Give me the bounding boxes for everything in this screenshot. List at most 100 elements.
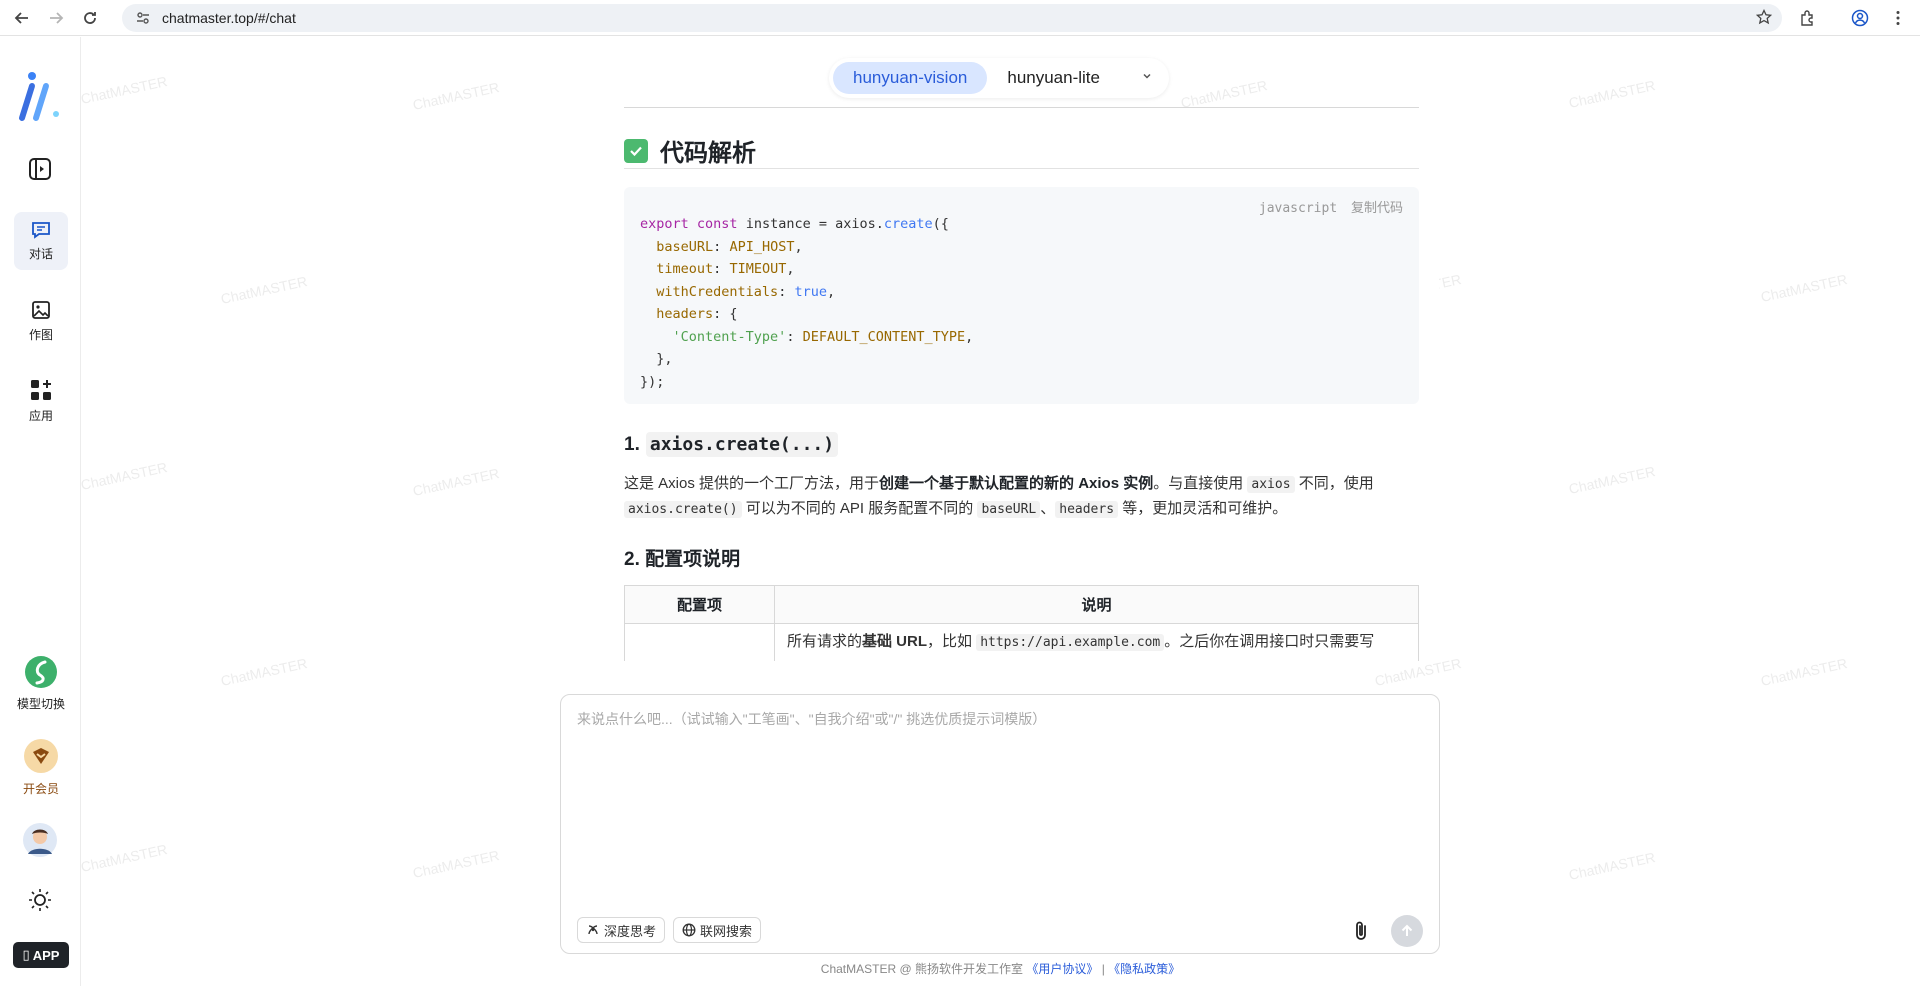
sidebar-item-label: 模型切换 [16,696,65,711]
code-block: javascript 复制代码 export const instance = … [624,187,1419,404]
url-text: chatmaster.top/#/chat [162,10,296,26]
send-button[interactable] [1391,915,1423,947]
chip-label: 联网搜索 [700,923,753,939]
web-search-toggle[interactable]: 联网搜索 [673,917,762,943]
model-option[interactable]: hunyuan-lite [987,62,1120,94]
profile-icon[interactable] [1848,6,1872,30]
code-line: baseURL: API_HOST, [656,238,803,255]
paragraph: 这是 Axios 提供的一个工厂方法，用于创建一个基于默认配置的新的 Axios… [624,472,1419,522]
text: 。与直接使用 [1153,475,1244,492]
divider [624,168,1419,169]
code-language: javascript [1258,201,1338,216]
forward-arrow-icon [50,11,64,24]
user-avatar[interactable] [20,820,60,860]
deep-think-toggle[interactable]: 深度思考 [577,917,666,943]
heading-config: 2. 配置项说明 [624,549,741,570]
code-line: timeout: TIMEOUT, [656,261,795,277]
watermark: ChatMASTER [411,79,501,113]
code-line: 'Content-Type': DEFAULT_CONTENT_TYPE, [672,328,974,345]
message-input-box: 深度思考 联网搜索 [560,694,1440,954]
reload-button[interactable] [78,6,102,30]
code-lines: export const instance = axios.create({ b… [640,213,973,393]
attach-file-button[interactable] [1347,917,1375,945]
chip-label: 深度思考 [604,923,657,939]
browser-toolbar: chatmaster.top/#/chat [0,0,1920,36]
table-header-cell: 配置项 [624,585,775,624]
table-cell: 所有请求的基础 URL，比如 https://api.example.com 。之… [774,623,1419,661]
copy-code-button[interactable]: 复制代码 [1351,201,1403,216]
heading-axios-create: 1. axios.create(...) [624,432,839,457]
text: ，比如 [927,633,973,650]
inline-code: axios.create() [624,501,742,518]
text: 这是 Axios 提供的一个工厂方法，用于 [624,475,880,492]
message-input[interactable] [577,709,1417,889]
theme-sun-icon [29,889,51,911]
chevron-down-icon[interactable] [1141,69,1153,87]
model-option-active[interactable]: hunyuan-vision [833,62,988,94]
text: 、 [1040,500,1056,517]
vip-button[interactable]: 开会员 [14,737,68,797]
browser-menu-icon[interactable] [1886,6,1910,30]
model-switch-button[interactable]: 模型切换 [14,653,68,713]
bold-text: 创建一个基于默认配置的新的 Axios 实例 [879,475,1154,492]
code-line: withCredentials: true, [656,283,836,300]
image-icon [32,300,50,319]
table-cell [624,623,775,661]
sidebar-item-draw[interactable]: 作图 [14,292,68,350]
heading-number: 1. [624,433,640,455]
bold-text: 基础 URL [862,633,928,650]
sidebar-item-chat[interactable]: 对话 [14,212,68,270]
footer: ChatMASTER @ 熊扬软件开发工作室 《用户协议》 | 《隐私政策》 [0,960,1920,977]
inline-code: https://api.example.com [976,634,1165,651]
watermark: ChatMASTER [1759,655,1849,689]
site-info-icon[interactable] [134,9,152,27]
code-line: }); [640,373,665,390]
model-switcher: hunyuan-vision hunyuan-lite [829,58,1169,98]
footer-text: ChatMASTER @ 熊扬软件开发工作室 [820,962,1023,976]
text: 所有请求的 [787,633,863,650]
vip-crown-icon [24,738,58,773]
watermark: ChatMASTER [411,465,501,499]
collapse-sidebar-button[interactable] [20,149,60,189]
heading-code: axios.create(...) [645,432,839,457]
inline-code: baseURL [977,501,1041,518]
chat-message-area: 代码解析 javascript 复制代码 export const instan… [561,107,1439,661]
app-logo-icon[interactable] [16,70,64,126]
theme-toggle-button[interactable] [20,880,60,920]
config-table: 配置项 说明 所有请求的基础 URL，比如 https://api.exampl… [624,585,1419,661]
sidebar-item-label: 应用 [28,408,53,423]
bookmark-star-icon[interactable] [1755,8,1773,28]
reload-icon [84,11,96,24]
sidebar-item-label: 对话 [28,246,53,261]
back-arrow-icon [14,11,28,24]
forward-button[interactable] [44,6,68,30]
paperclip-icon [1356,921,1366,940]
code-line: export const instance = axios.create({ [640,216,949,232]
sidebar-item-label: 作图 [28,327,53,342]
code-block-header: javascript 复制代码 [1259,197,1403,216]
sidebar-item-apps[interactable]: 应用 [14,372,68,430]
privacy-link[interactable]: 《隐私政策》 [1108,962,1180,976]
address-bar[interactable]: chatmaster.top/#/chat [122,4,1782,32]
watermark: ChatMASTER [1759,271,1849,305]
code-line: }, [640,351,673,367]
extensions-icon[interactable] [1796,6,1820,30]
sidebar: 对话 作图 应用 模型切换 开会员 ▯ APP [0,37,81,986]
watermark: ChatMASTER [79,459,169,493]
text: 可以为不同的 API 服务配置不同的 [745,500,974,517]
check-box-icon [624,138,648,163]
table-header-cell: 说明 [774,585,1419,624]
model-switch-icon [25,655,57,688]
deep-think-icon [586,923,600,937]
code-line: headers: { [656,306,738,322]
table-header-row: 配置项 说明 [624,585,1419,624]
back-button[interactable] [10,6,34,30]
globe-icon [682,923,696,937]
watermark: ChatMASTER [411,847,501,881]
sidebar-toggle-icon [29,158,51,180]
terms-link[interactable]: 《用户协议》 [1026,962,1098,976]
watermark: ChatMASTER [79,73,169,107]
watermark: ChatMASTER [79,841,169,875]
inline-code: axios [1247,476,1295,493]
section-heading: 代码解析 [624,133,756,168]
